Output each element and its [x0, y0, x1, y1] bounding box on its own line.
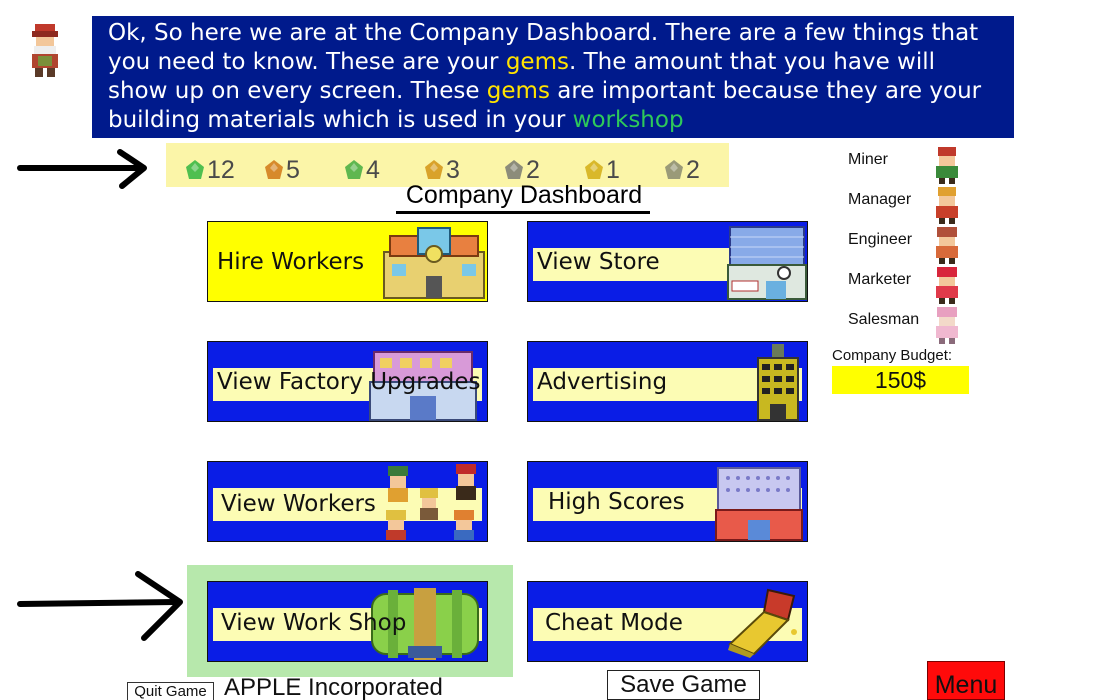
- arena-icon: [715, 467, 803, 541]
- budget-value: 150$: [832, 366, 969, 394]
- gem-slot: 12: [184, 156, 235, 184]
- role-label-marketer: Marketer: [848, 271, 912, 288]
- gem-count: 2: [686, 155, 700, 184]
- dialog-gems-highlight-1: gems: [505, 49, 569, 75]
- gem-icon: [186, 160, 204, 179]
- hire-workers-button[interactable]: Hire Workers: [207, 221, 488, 302]
- tile-label: View Factory Upgrades: [217, 369, 481, 395]
- tile-label: Advertising: [537, 369, 668, 395]
- quit-game-button[interactable]: Quit Game: [127, 682, 214, 700]
- salesman-sprite-icon: [936, 307, 958, 344]
- role-label-manager: Manager: [848, 191, 912, 208]
- gem-slot: 2: [503, 156, 540, 184]
- tower-icon: [757, 344, 799, 421]
- gem-icon: [665, 160, 683, 179]
- gem-icon: [265, 160, 283, 179]
- building-icon: [383, 227, 485, 299]
- dialog-gems-highlight-2: gems: [486, 78, 550, 104]
- gem-count: 5: [286, 155, 300, 184]
- save-game-button[interactable]: Save Game: [607, 670, 760, 700]
- gem-count: 12: [207, 155, 235, 184]
- view-factory-upgrades-button[interactable]: View Factory Upgrades: [207, 341, 488, 422]
- miner-sprite-icon: [936, 147, 958, 184]
- chest-icon: [728, 588, 797, 658]
- manager-sprite-icon: [936, 187, 958, 224]
- arrow-icon: [17, 571, 183, 641]
- gem-slot: 5: [263, 156, 300, 184]
- role-label-salesman: Salesman: [848, 311, 920, 328]
- gem-icon: [345, 160, 363, 179]
- role-label-engineer: Engineer: [848, 231, 913, 248]
- tile-label: High Scores: [548, 489, 685, 515]
- tile-label: Hire Workers: [217, 249, 365, 275]
- tile-label: View Store: [537, 249, 660, 275]
- gem-slot: 2: [663, 156, 700, 184]
- narrator-sprite: [32, 24, 58, 77]
- menu-button[interactable]: Menu: [927, 661, 1005, 700]
- tutorial-dialog: Ok, So here we are at the Company Dashbo…: [92, 16, 1014, 138]
- role-label-miner: Miner: [848, 151, 889, 168]
- view-store-button[interactable]: View Store: [527, 221, 808, 302]
- view-workers-button[interactable]: View Workers: [207, 461, 488, 542]
- gem-icon: [585, 160, 603, 179]
- engineer-sprite-icon: [936, 227, 958, 264]
- advertising-button[interactable]: Advertising: [527, 341, 808, 422]
- tile-label: Cheat Mode: [545, 610, 683, 636]
- page-title: Company Dashboard: [405, 181, 643, 209]
- cheat-mode-button[interactable]: Cheat Mode: [527, 581, 808, 662]
- tile-label: View Work Shop: [221, 610, 407, 636]
- high-scores-button[interactable]: High Scores: [527, 461, 808, 542]
- marketer-sprite-icon: [936, 267, 958, 304]
- budget-label: Company Budget:: [832, 347, 953, 364]
- gem-icon: [505, 160, 523, 179]
- title-underline: [396, 211, 650, 214]
- tile-label: View Workers: [221, 491, 376, 517]
- gem-icon: [425, 160, 443, 179]
- company-name: APPLE Incorporated: [224, 674, 443, 700]
- arrow-icon: [17, 149, 147, 189]
- gem-slot: 3: [423, 156, 460, 184]
- workers-icon: [386, 464, 476, 540]
- gem-slot: 1: [583, 156, 620, 184]
- store-icon: [727, 226, 807, 300]
- gem-count: 4: [366, 155, 380, 184]
- dialog-workshop-highlight: workshop: [572, 107, 684, 133]
- view-work-shop-button[interactable]: View Work Shop: [207, 581, 488, 662]
- gem-slot: 4: [343, 156, 380, 184]
